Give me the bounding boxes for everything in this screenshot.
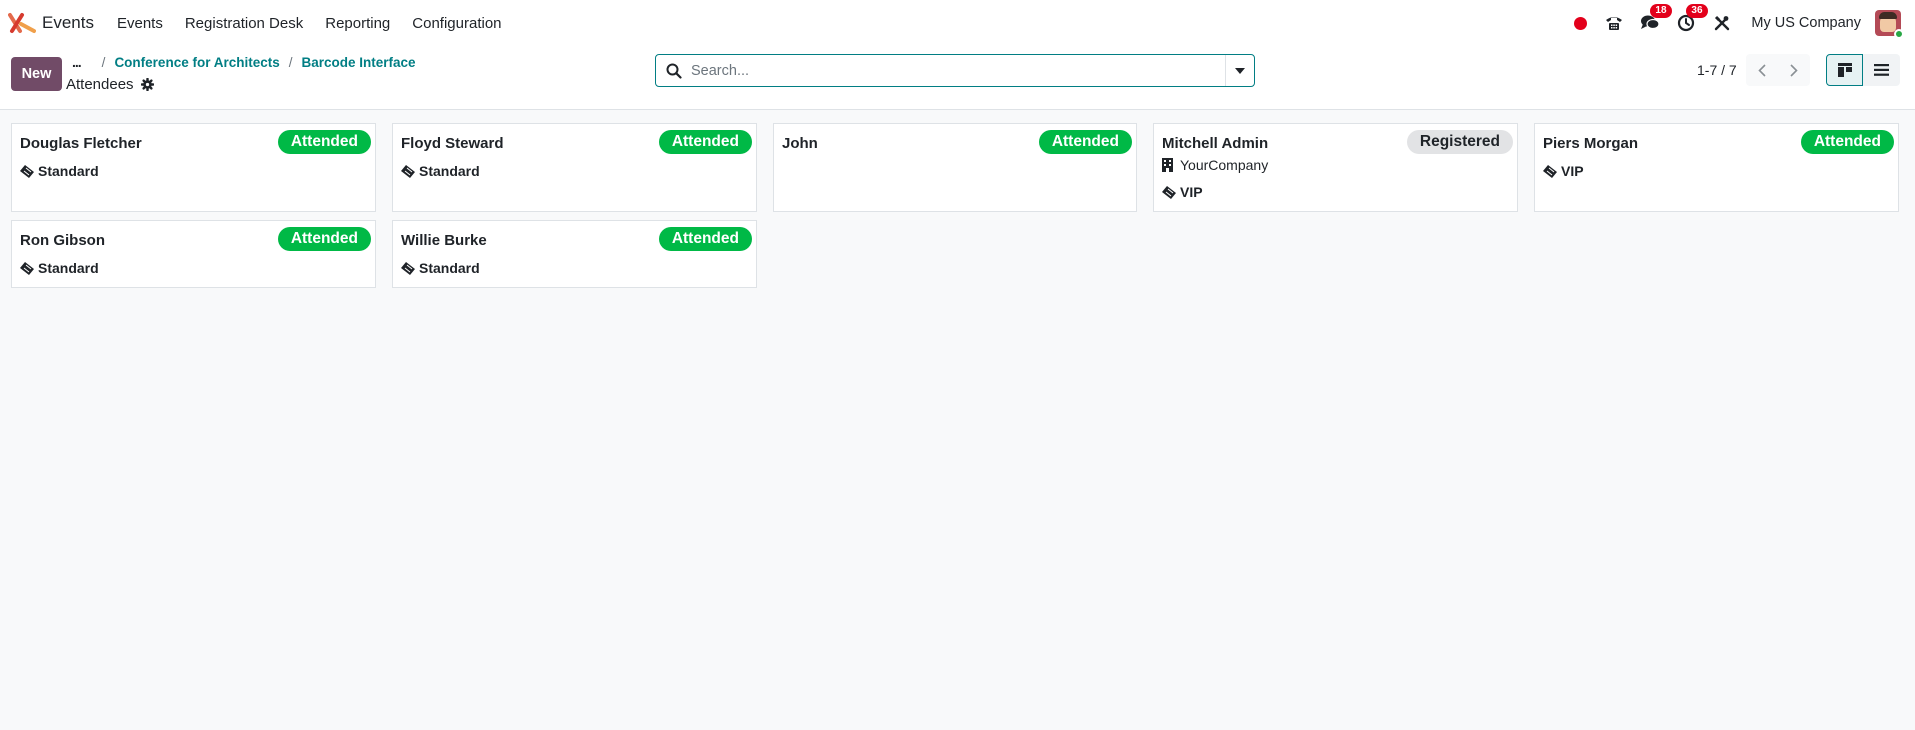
status-badge[interactable]: Attended	[658, 227, 752, 251]
ticket-line: Standard	[20, 260, 99, 276]
page-title: Attendees	[66, 76, 154, 93]
company-switcher[interactable]: My US Company	[1751, 15, 1861, 31]
search-options-toggle[interactable]	[1225, 55, 1254, 86]
pager-next-button[interactable]	[1778, 54, 1810, 86]
control-panel: New ... / Conference for Architects / Ba…	[0, 46, 1915, 110]
search-bar	[655, 54, 1255, 87]
status-badge[interactable]: Registered	[1406, 130, 1513, 154]
pager-value[interactable]: 1-7 / 7	[1697, 62, 1737, 78]
attendee-name: Willie Burke	[401, 232, 487, 249]
status-badge[interactable]: Attended	[658, 130, 752, 154]
attendee-card[interactable]: Douglas Fletcher Attended Standard	[11, 123, 376, 212]
ticket-line: Standard	[20, 163, 99, 179]
menu-configuration[interactable]: Configuration	[412, 15, 501, 32]
search-input[interactable]	[691, 62, 1225, 79]
top-navbar: Events Events Registration Desk Reportin…	[0, 0, 1915, 46]
ticket-icon	[1543, 164, 1557, 178]
ticket-type: VIP	[1180, 184, 1203, 200]
ticket-line: VIP	[1162, 184, 1203, 200]
app-brand[interactable]: Events	[8, 12, 106, 34]
breadcrumb-conference[interactable]: Conference for Architects	[114, 55, 279, 70]
status-badge[interactable]: Attended	[277, 227, 371, 251]
pager-previous-button[interactable]	[1746, 54, 1778, 86]
kanban-view-button[interactable]	[1826, 54, 1863, 86]
new-button[interactable]: New	[11, 57, 62, 91]
status-badge[interactable]: Attended	[1038, 130, 1132, 154]
attendee-card[interactable]: Floyd Steward Attended Standard	[392, 123, 757, 212]
attendee-card[interactable]: Willie Burke Attended Standard	[392, 220, 757, 288]
ticket-type: Standard	[419, 163, 480, 179]
breadcrumb: ... / Conference for Architects / Barcod…	[72, 54, 416, 70]
attendee-card[interactable]: Ron Gibson Attended Standard	[11, 220, 376, 288]
attendee-name: Douglas Fletcher	[20, 135, 142, 152]
menu-registration-desk[interactable]: Registration Desk	[185, 15, 303, 32]
status-badge[interactable]: Attended	[277, 130, 371, 154]
events-app-icon	[8, 12, 36, 34]
recording-indicator-icon[interactable]	[1574, 16, 1588, 30]
chevron-left-icon	[1758, 63, 1766, 77]
ticket-type: Standard	[38, 260, 99, 276]
breadcrumb-ellipsis-button[interactable]: ...	[72, 54, 82, 70]
ticket-line: VIP	[1543, 163, 1584, 179]
activities-badge: 36	[1686, 4, 1708, 18]
ticket-icon	[20, 261, 34, 275]
ticket-icon	[401, 164, 415, 178]
menu-reporting[interactable]: Reporting	[325, 15, 390, 32]
list-icon	[1874, 64, 1889, 76]
attendee-name: Piers Morgan	[1543, 135, 1639, 152]
kanban-icon	[1837, 63, 1852, 77]
ticket-icon	[20, 164, 34, 178]
debug-tools-icon[interactable]	[1711, 12, 1733, 34]
attendee-name: Floyd Steward	[401, 135, 504, 152]
gear-icon[interactable]	[140, 78, 154, 91]
attendee-name: Ron Gibson	[20, 232, 105, 249]
avatar-hair	[1879, 12, 1897, 19]
ticket-type: VIP	[1561, 163, 1584, 179]
ticket-line: Standard	[401, 260, 480, 276]
chevron-right-icon	[1790, 63, 1798, 77]
app-name: Events	[42, 13, 94, 32]
building-icon	[1162, 158, 1176, 172]
attendee-card[interactable]: Piers Morgan Attended VIP	[1534, 123, 1899, 212]
menu-events[interactable]: Events	[117, 15, 163, 32]
search-icon	[666, 63, 682, 79]
list-view-button[interactable]	[1863, 54, 1900, 86]
company-line: YourCompany	[1162, 157, 1268, 173]
caret-down-icon	[1235, 67, 1245, 74]
activities-clock-icon[interactable]: 36	[1675, 4, 1708, 34]
messages-icon[interactable]: 18	[1639, 4, 1672, 34]
ticket-icon	[1162, 185, 1176, 199]
breadcrumb-separator: /	[288, 54, 293, 70]
ticket-line: Standard	[401, 163, 480, 179]
attendee-name: Mitchell Admin	[1162, 135, 1269, 152]
ticket-icon	[401, 261, 415, 275]
status-badge[interactable]: Attended	[1800, 130, 1894, 154]
online-status-icon	[1894, 29, 1904, 39]
attendee-name: John	[782, 135, 818, 152]
user-avatar[interactable]	[1875, 10, 1904, 39]
attendee-card[interactable]: Mitchell Admin Registered YourCompany VI…	[1153, 123, 1518, 212]
ticket-type: Standard	[38, 163, 99, 179]
breadcrumb-separator: /	[101, 54, 106, 70]
phone-icon[interactable]	[1603, 12, 1625, 34]
breadcrumb-barcode-interface[interactable]: Barcode Interface	[302, 55, 416, 70]
navbar-systray: 18 36 My US Company	[1574, 0, 1915, 46]
page-title-text: Attendees	[66, 76, 134, 93]
messages-badge: 18	[1650, 4, 1672, 18]
attendee-company: YourCompany	[1180, 157, 1269, 173]
ticket-type: Standard	[419, 260, 480, 276]
attendee-card[interactable]: John Attended	[773, 123, 1137, 212]
